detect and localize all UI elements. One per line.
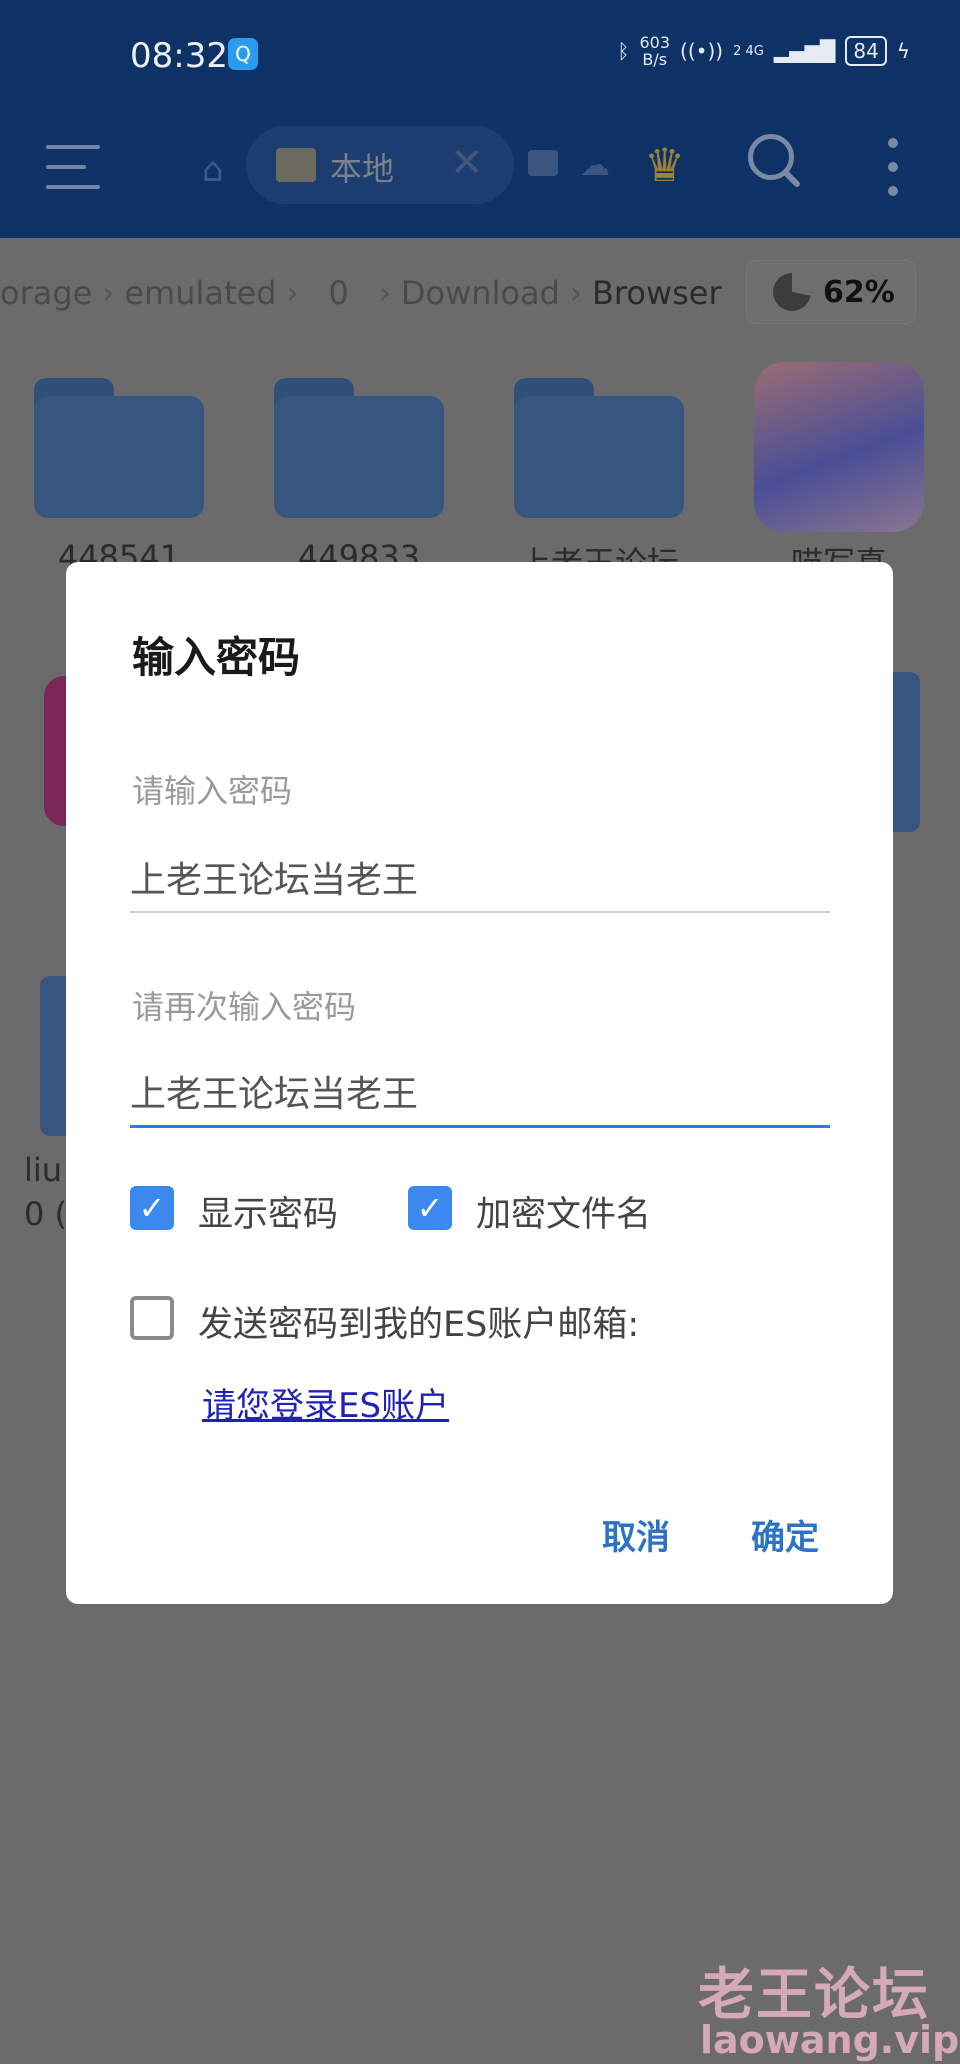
- confirm-password-label: 请再次输入密码: [132, 988, 357, 1026]
- tab-local[interactable]: 本地 ✕: [246, 126, 514, 204]
- window-icon[interactable]: [528, 150, 558, 176]
- signal-label: 2 4G: [733, 43, 764, 59]
- watermark-url: laowang.vip: [700, 2018, 960, 2062]
- hotspot-icon: ((•)): [680, 39, 724, 63]
- more-icon[interactable]: [888, 138, 898, 210]
- breadcrumb-item[interactable]: Download: [401, 274, 560, 312]
- pie-chart-icon: [773, 273, 811, 311]
- login-es-account-link[interactable]: 请您登录ES账户: [202, 1378, 449, 1427]
- show-password-checkbox[interactable]: ✓: [130, 1186, 174, 1230]
- status-icons: ᛒ 603 B/s ((•)) 2 4G ▂▄▆█ 84 ϟ: [618, 34, 911, 68]
- password-input[interactable]: [130, 856, 830, 913]
- encrypt-filename-checkbox[interactable]: ✓: [408, 1186, 452, 1230]
- menu-icon[interactable]: [46, 145, 100, 189]
- send-email-checkbox[interactable]: [130, 1296, 174, 1340]
- charging-icon: ϟ: [896, 39, 910, 63]
- send-email-label[interactable]: 发送密码到我的ES账户邮箱:: [198, 1296, 639, 1347]
- breadcrumb-current[interactable]: Browser: [592, 274, 722, 312]
- tab-label: 本地: [330, 150, 395, 188]
- search-icon[interactable]: [748, 134, 794, 180]
- status-time: 08:32: [130, 36, 228, 76]
- password-label: 请输入密码: [132, 772, 293, 810]
- show-password-label[interactable]: 显示密码: [198, 1186, 338, 1237]
- app-thumbnail[interactable]: [754, 362, 924, 532]
- storage-usage-button[interactable]: 62%: [746, 260, 916, 324]
- encrypt-filename-label[interactable]: 加密文件名: [476, 1186, 651, 1237]
- close-icon[interactable]: ✕: [450, 140, 484, 186]
- crown-icon[interactable]: ♛: [644, 138, 685, 192]
- bluetooth-icon: ᛒ: [617, 39, 630, 63]
- battery-icon: 84: [845, 36, 887, 66]
- net-speed-unit: B/s: [642, 50, 668, 69]
- storage-percent: 62%: [823, 274, 895, 310]
- breadcrumb: orage › emulated › 0 › Download › Browser: [0, 274, 722, 312]
- home-icon[interactable]: ⌂: [202, 150, 224, 190]
- ok-button[interactable]: 确定: [751, 1510, 819, 1559]
- password-dialog: 输入密码 请输入密码 请再次输入密码 ✓ 显示密码 ✓ 加密文件名 发送密码到我…: [66, 562, 893, 1604]
- folder-icon[interactable]: [274, 378, 444, 518]
- file-label: liu 0 (: [24, 1148, 67, 1236]
- search-app-icon: Q: [228, 38, 258, 70]
- file-label-name: liu: [24, 1151, 63, 1189]
- folder-icon[interactable]: [34, 378, 204, 518]
- file-label-info: 0 (: [24, 1195, 68, 1233]
- dialog-title: 输入密码: [132, 633, 301, 682]
- cloud-icon[interactable]: ☁: [580, 148, 610, 183]
- net-speed: 603 B/s: [640, 34, 671, 68]
- folder-icon[interactable]: [514, 378, 684, 518]
- signal-icon: ▂▄▆█: [773, 39, 836, 63]
- sd-card-icon: [276, 148, 316, 182]
- cancel-button[interactable]: 取消: [602, 1510, 670, 1559]
- confirm-password-input[interactable]: [130, 1070, 830, 1128]
- breadcrumb-item[interactable]: 0: [329, 274, 349, 312]
- breadcrumb-item[interactable]: orage: [0, 274, 92, 312]
- breadcrumb-item[interactable]: emulated: [124, 274, 276, 312]
